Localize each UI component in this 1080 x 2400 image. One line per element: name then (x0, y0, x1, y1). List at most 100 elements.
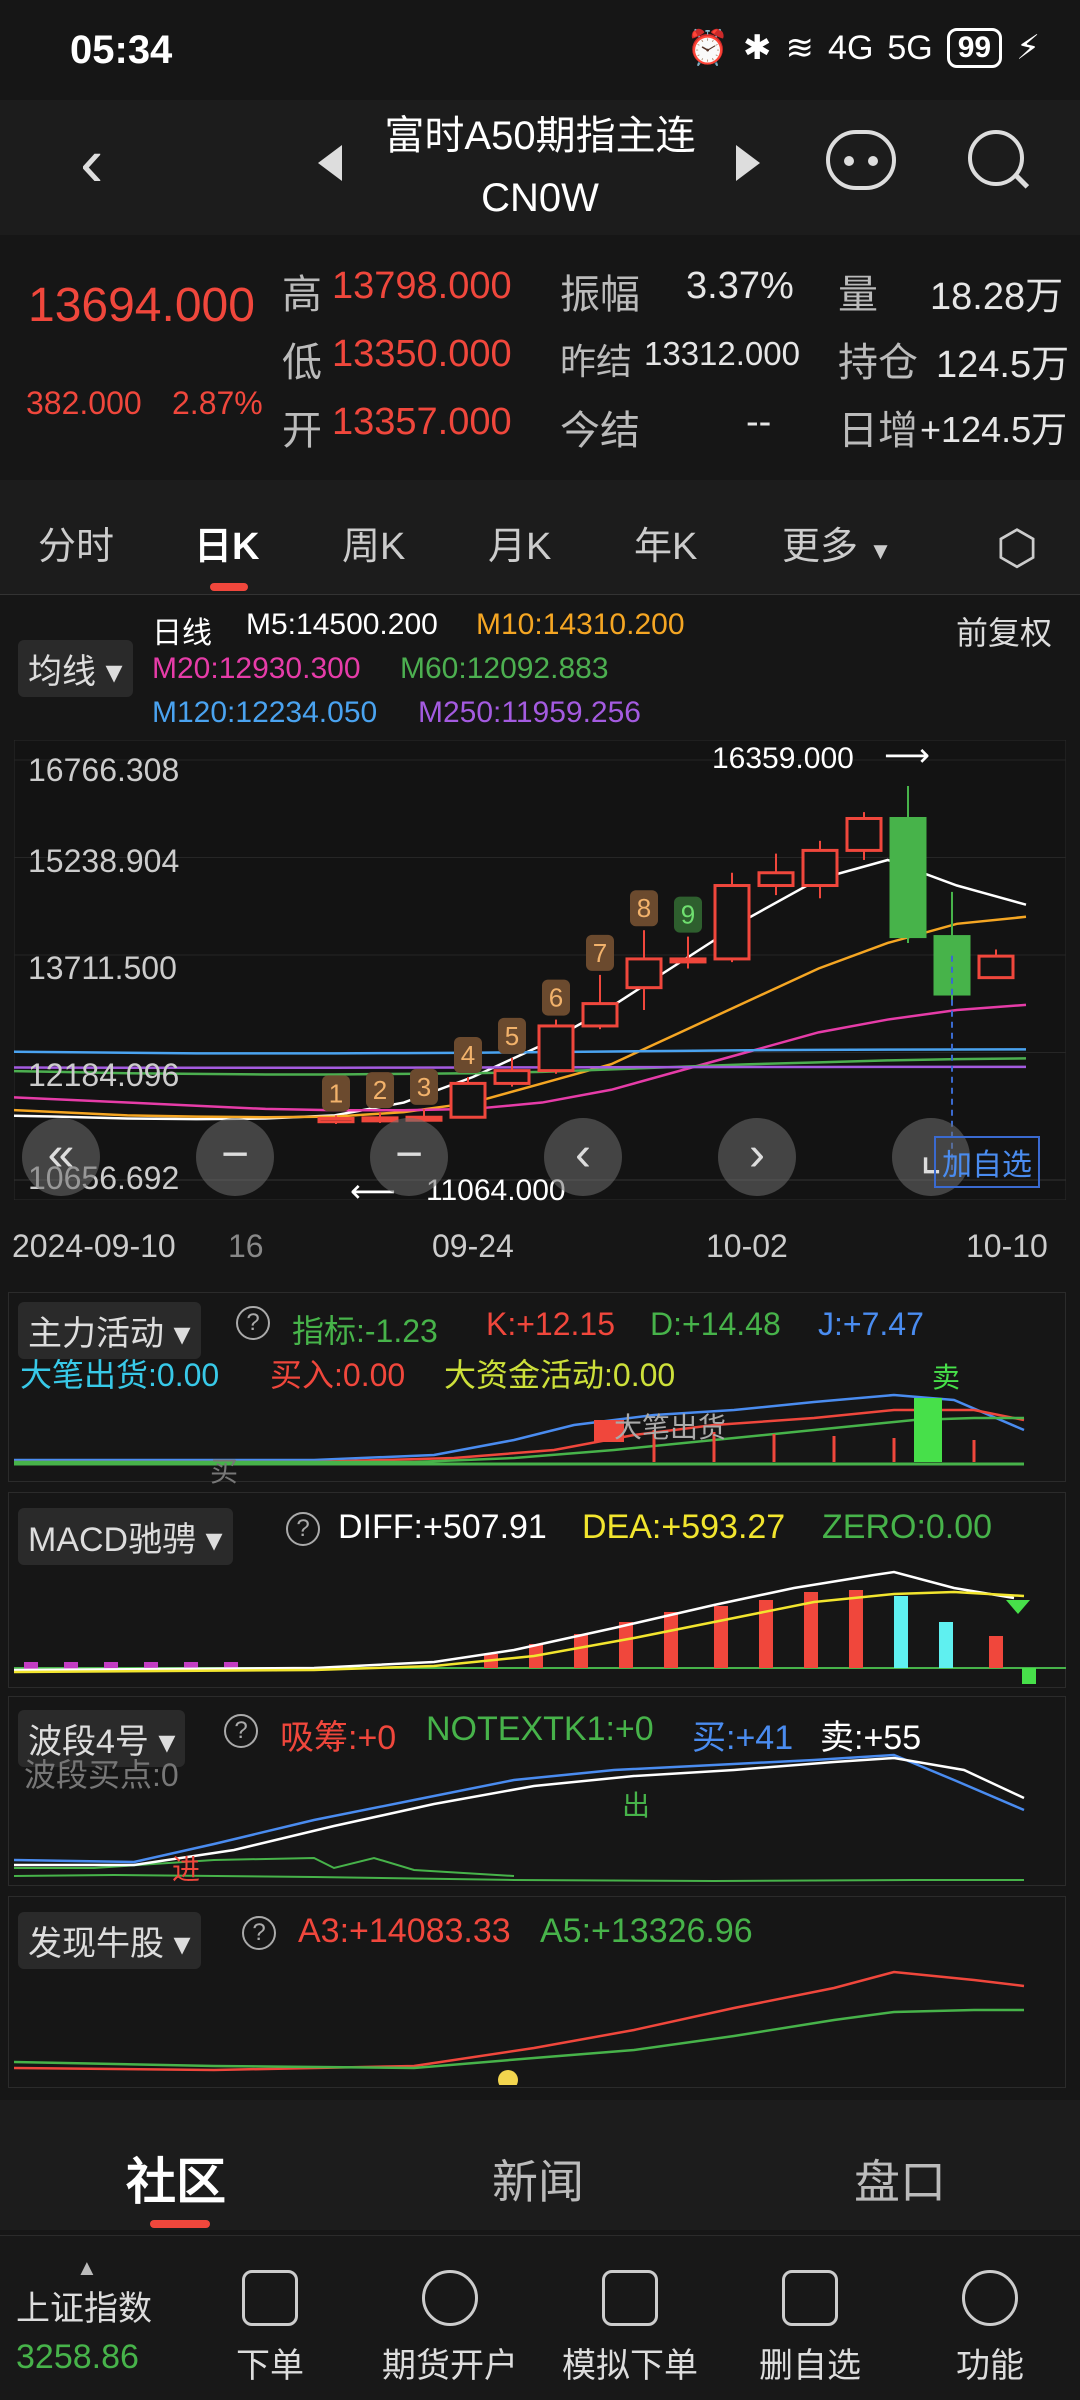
settings-hexagon-icon[interactable]: ⬡ (996, 520, 1038, 576)
candle-body (537, 1024, 575, 1073)
tab-community[interactable]: 社区 (126, 2142, 226, 2214)
charging-icon: ⚡ (1016, 29, 1040, 67)
ma250-value: M250:11959.256 (418, 696, 641, 729)
open-account-button[interactable]: 期货开户 (360, 2270, 540, 2387)
candle-body (449, 1081, 487, 1119)
tab-monthly-k[interactable]: 月K (488, 515, 551, 570)
index-value: 3258.86 (16, 2338, 139, 2376)
functions-button[interactable]: 功能 (900, 2270, 1080, 2387)
x-tick-1: 16 (228, 1228, 264, 1264)
remove-favorite-button[interactable]: 删自选 (720, 2270, 900, 2387)
tab-more[interactable]: 更多 ▼ (782, 515, 892, 570)
tab-news[interactable]: 新闻 (492, 2146, 584, 2212)
price-change: 382.000 (26, 385, 142, 421)
next-contract-icon[interactable] (736, 145, 760, 181)
zoom-out-button[interactable]: − (196, 1118, 274, 1196)
amp-value: 3.37% (686, 265, 794, 307)
candle-body (977, 954, 1015, 980)
macd-bar (619, 1622, 633, 1668)
low-label: 低 (282, 341, 322, 385)
min-price-label: 11064.000 (426, 1174, 566, 1207)
index-ticker[interactable]: ▲ 上证指数 3258.86 (16, 2255, 176, 2377)
add-favorite-button[interactable]: 加自选 (934, 1136, 1040, 1188)
scroll-left-button[interactable]: ‹ (544, 1118, 622, 1196)
settle-label: 今结 (560, 409, 640, 453)
chart-y-tick-1: 15238.904 (28, 843, 180, 879)
main-force-chart (14, 1393, 1025, 1466)
tab-orderbook[interactable]: 盘口 (854, 2146, 946, 2212)
bull-a3: A3:+14083.33 (298, 1912, 511, 1950)
ind1-block-green (914, 1398, 942, 1462)
open-label: 开 (282, 409, 322, 453)
signal-number: 6 (549, 983, 563, 1013)
macd-bar (714, 1606, 728, 1668)
active-tab-indicator (210, 583, 248, 591)
tab-weekly-k[interactable]: 周K (342, 515, 405, 570)
settle-value: -- (746, 401, 772, 443)
signal-number: 5 (505, 1021, 519, 1051)
zoom-in-button[interactable]: − (370, 1118, 448, 1196)
macd-bar (894, 1596, 908, 1668)
tab-intraday[interactable]: 分时 (38, 515, 114, 570)
high-value: 13798.000 (332, 265, 512, 307)
help-icon[interactable]: ? (286, 1512, 320, 1546)
adjust-mode[interactable]: 前复权 (956, 608, 1052, 654)
battery-indicator: 99 (946, 28, 1003, 68)
order-label: 下单 (236, 2347, 304, 2385)
daily-increase-label: 日增 (838, 409, 918, 453)
simulated-order-label: 模拟下单 (562, 2347, 698, 2385)
signal-number: 1 (329, 1078, 343, 1108)
ma10-value: M10:14310.200 (476, 608, 685, 641)
signal-number: 9 (681, 900, 695, 930)
macd-zero: ZERO:0.00 (822, 1508, 993, 1546)
x-tick-3: 10-02 (706, 1228, 788, 1264)
bull-a3-line (14, 1970, 1025, 2072)
robot-assistant-icon[interactable] (826, 130, 896, 190)
prev-settle-label: 昨结 (560, 341, 633, 382)
bull-signal-icon (498, 2070, 518, 2085)
back-arrow-icon[interactable]: ‹ (80, 122, 103, 202)
macd-bar (574, 1634, 588, 1668)
help-icon[interactable]: ? (236, 1306, 270, 1340)
ind1-zb: 指标:-1.23 (292, 1313, 438, 1349)
indicator1-select-label: 主力活动 (28, 1315, 164, 1353)
ma20-value: M20:12930.300 (152, 652, 361, 685)
ma120-value: M120:12234.050 (152, 696, 378, 729)
candle-body (845, 816, 883, 852)
tab-yearly-k[interactable]: 年K (634, 515, 697, 570)
open-account-label: 期货开户 (382, 2347, 518, 2385)
signal-4g: 4G (828, 28, 874, 67)
contract-name: 富时A50期指主连 (384, 114, 696, 158)
alarm-icon: ⏰ (686, 29, 730, 67)
ind1-note: 大笔出货 (614, 1412, 727, 1443)
order-button[interactable]: 下单 (180, 2270, 360, 2387)
candle-body (933, 935, 971, 996)
max-price-label: 16359.000 (712, 742, 854, 775)
ma60-value: M60:12092.883 (400, 652, 609, 685)
macd-bar (849, 1590, 863, 1668)
line-type-label: 日线 (152, 617, 212, 650)
macd-diff-line (14, 1570, 1015, 1672)
help-icon[interactable]: ? (242, 1916, 276, 1950)
scroll-far-left-button[interactable]: « (22, 1118, 100, 1196)
scroll-right-button[interactable]: › (718, 1118, 796, 1196)
ind1-line-red (14, 1408, 1025, 1464)
wave-line-white (14, 1756, 1025, 1867)
account-icon (422, 2270, 478, 2326)
simulated-order-button[interactable]: 模拟下单 (540, 2270, 720, 2387)
x-tick-0: 2024-09-10 (12, 1228, 176, 1264)
candle-body (493, 1069, 531, 1085)
signal-5g: 5G (887, 28, 933, 67)
macd-bar (989, 1636, 1003, 1668)
candle-body (889, 816, 927, 939)
contract-title[interactable]: 富时A50期指主连 CN0W (320, 105, 760, 229)
ma5-value: M5:14500.200 (246, 608, 438, 641)
index-name: 上证指数 (16, 2290, 152, 2328)
tab-daily-k[interactable]: 日K (194, 515, 259, 570)
candle-body (801, 848, 839, 888)
wave-line-blue (14, 1753, 1025, 1864)
ma-select[interactable]: 均线 ▾ (18, 640, 133, 697)
price-change-pct: 2.87% (172, 385, 263, 421)
x-tick-4: 10-10 (966, 1228, 1048, 1264)
wave-in-marker: 进 (172, 1854, 201, 1885)
